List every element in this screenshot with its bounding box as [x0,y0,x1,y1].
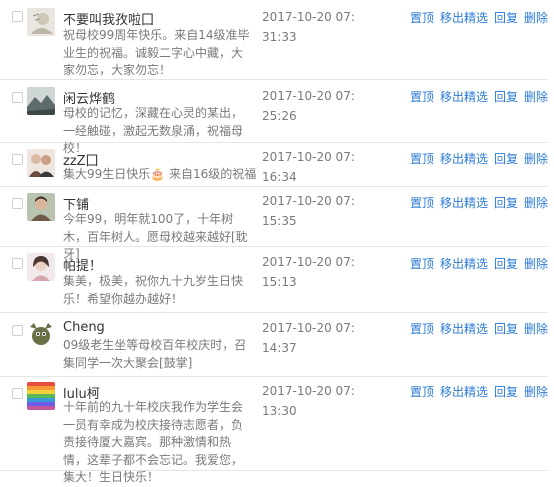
delete-button[interactable]: 删除 [524,150,548,167]
row-actions: 置顶 移出精选 回复 删除 [410,320,554,337]
remove-featured-button[interactable]: 移出精选 [440,255,488,272]
comment-row: 帕提！ 集美，极美，祝你九十九岁生日快乐！希望你越办越好！ 2017-10-20… [0,246,548,313]
commenter-name[interactable]: 不要叫我孜啦囗 [63,9,154,28]
commenter-name[interactable]: 帕提！ [63,255,102,274]
comment-text: 集大99生日快乐🎂 来自16级的祝福 [63,167,257,181]
reply-button[interactable]: 回复 [494,150,518,167]
comment-row: 不要叫我孜啦囗 祝母校99周年快乐。来自14级准毕业生的祝福。诚毅二字心中藏，大… [0,0,548,80]
row-actions: 置顶 移出精选 回复 删除 [410,194,554,211]
comment-time: 2017-10-20 07:15:13 [262,255,355,289]
remove-featured-button[interactable]: 移出精选 [440,320,488,337]
sketch-avatar-icon [27,8,55,36]
comment-time: 2017-10-20 07:25:26 [262,89,355,123]
pin-button[interactable]: 置顶 [410,9,434,26]
comment-row: Cheng 09级老生坐等母校百年校庆时，召集同学一次大聚会[鼓掌] 2017-… [0,312,548,377]
delete-button[interactable]: 删除 [524,255,548,272]
girl-avatar-icon [27,253,55,281]
comment-text: 集美，极美，祝你九十九岁生日快乐！希望你越办越好！ [63,274,244,306]
reply-button[interactable]: 回复 [494,88,518,105]
row-checkbox[interactable] [12,325,23,336]
comment-time: 2017-10-20 07:14:37 [262,321,355,355]
reply-button[interactable]: 回复 [494,255,518,272]
pin-button[interactable]: 置顶 [410,255,434,272]
reply-button[interactable]: 回复 [494,320,518,337]
remove-featured-button[interactable]: 移出精选 [440,88,488,105]
comment-time: 2017-10-20 07:31:33 [262,10,355,44]
comment-row: zzZ囗 集大99生日快乐🎂 来自16级的祝福 2017-10-20 07:16… [0,142,548,187]
row-checkbox[interactable] [12,388,23,399]
remove-featured-button[interactable]: 移出精选 [440,9,488,26]
reply-button[interactable]: 回复 [494,9,518,26]
comment-text: 09级老生坐等母校百年校庆时，召集同学一次大聚会[鼓掌] [63,338,247,370]
couple-avatar-icon [27,149,55,177]
reply-button[interactable]: 回复 [494,383,518,400]
rainbow-avatar-icon [27,382,55,410]
remove-featured-button[interactable]: 移出精选 [440,383,488,400]
row-actions: 置顶 移出精选 回复 删除 [410,150,554,167]
remove-featured-button[interactable]: 移出精选 [440,150,488,167]
row-actions: 置顶 移出精选 回复 删除 [410,9,554,26]
row-checkbox[interactable] [12,92,23,103]
cartoon-avatar-icon [27,319,55,347]
commenter-name[interactable]: Cheng [63,320,105,335]
pin-button[interactable]: 置顶 [410,383,434,400]
remove-featured-button[interactable]: 移出精选 [440,194,488,211]
row-actions: 置顶 移出精选 回复 删除 [410,383,554,400]
delete-button[interactable]: 删除 [524,383,548,400]
row-actions: 置顶 移出精选 回复 删除 [410,255,554,272]
row-checkbox[interactable] [12,198,23,209]
comment-list: 不要叫我孜啦囗 祝母校99周年快乐。来自14级准毕业生的祝福。诚毅二字心中藏，大… [0,0,554,484]
delete-button[interactable]: 删除 [524,194,548,211]
comment-time: 2017-10-20 07:15:35 [262,194,355,228]
row-checkbox[interactable] [12,258,23,269]
comment-row: lulu柯 十年前的九十年校庆我作为学生会一员有幸成为校庆接待志愿者，负责接待厦… [0,376,548,484]
comment-row: 下铺 今年99，明年就100了，十年树木，百年树人。愿母校越来越好[耽牙] 20… [0,186,548,261]
comment-row: 闲云烨鹤 母校的记忆，深藏在心灵的某出，一经触碰，激起无数泉涌，祝福母校！ 20… [0,79,548,155]
pin-button[interactable]: 置顶 [410,320,434,337]
comment-time: 2017-10-20 07:13:30 [262,384,355,418]
delete-button[interactable]: 删除 [524,320,548,337]
portrait-avatar-icon [27,193,55,221]
pin-button[interactable]: 置顶 [410,88,434,105]
landscape-avatar-icon [27,87,55,115]
reply-button[interactable]: 回复 [494,194,518,211]
row-actions: 置顶 移出精选 回复 删除 [410,88,554,105]
row-checkbox[interactable] [12,11,23,22]
comment-text: 十年前的九十年校庆我作为学生会一员有幸成为校庆接待志愿者，负责接待厦大嘉宾。那种… [63,400,244,484]
comment-time: 2017-10-20 07:16:34 [262,150,355,184]
comment-text: 祝母校99周年快乐。来自14级准毕业生的祝福。诚毅二字心中藏，大家勿忘，大家勿忘… [63,28,250,77]
pin-button[interactable]: 置顶 [410,150,434,167]
delete-button[interactable]: 删除 [524,88,548,105]
row-checkbox[interactable] [12,154,23,165]
delete-button[interactable]: 删除 [524,9,548,26]
pin-button[interactable]: 置顶 [410,194,434,211]
